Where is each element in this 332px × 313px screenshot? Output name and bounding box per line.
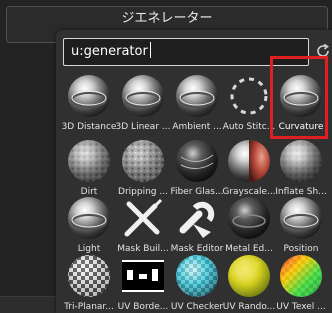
generator-tile[interactable]: UV Borde... [116, 250, 170, 313]
generator-tile-label: Auto Stitc... [222, 122, 276, 132]
generator-tile-label: UV Rando... [222, 302, 276, 312]
dirt-sphere-icon [68, 140, 110, 182]
inflate-sphere-icon [280, 140, 322, 182]
refresh-icon[interactable] [314, 42, 332, 60]
chrome-sphere-icon [122, 75, 164, 117]
generator-tile-label: 3D Distance [61, 122, 117, 132]
dark-chrome-sphere-icon [228, 197, 270, 239]
generator-tile-label: Ambient ... [172, 122, 222, 132]
generator-tile[interactable]: 3D Linear ... [116, 70, 170, 138]
search-input-value: u:generator [71, 44, 148, 59]
generator-tile[interactable]: Curvature [274, 70, 328, 138]
generator-tile[interactable]: 3D Distance [62, 70, 116, 138]
uv-checker-sphere-icon [176, 255, 218, 297]
uv-texel-sphere-icon [280, 255, 322, 297]
uv-random-sphere-icon [228, 255, 270, 297]
generator-tile-label: UV Texel ... [276, 302, 326, 312]
chrome-sphere-icon [280, 197, 322, 239]
generator-tile-label: Curvature [278, 122, 324, 132]
generator-button-label: ジエネレーター [121, 11, 213, 26]
checker-sphere-icon [68, 255, 110, 297]
generator-tile[interactable]: Tri-Planar... [62, 250, 116, 313]
chrome-sphere-icon [68, 197, 110, 239]
red-gray-sphere-icon [228, 140, 270, 182]
generator-tile-label: UV Borde... [117, 302, 169, 312]
wrench-icon [179, 201, 215, 238]
chrome-sphere-icon [68, 75, 110, 117]
search-input[interactable]: u:generator [63, 38, 309, 66]
chrome-sphere-icon [280, 75, 322, 117]
dashed-circle-icon [230, 77, 268, 115]
generator-tile-label: 3D Linear ... [115, 122, 171, 132]
brush-pencil-icon [124, 198, 163, 237]
generator-tile[interactable]: UV Checker [170, 250, 224, 313]
generator-tile-label: UV Checker [170, 302, 224, 312]
generator-tile[interactable]: UV Texel ... [274, 250, 328, 313]
generator-tile[interactable]: Ambient ... [170, 70, 224, 138]
fiber-sphere-icon [176, 140, 218, 182]
chrome-sphere-icon [176, 75, 218, 117]
uv-border-icon [122, 260, 164, 292]
generator-tile[interactable]: Auto Stitc... [222, 70, 276, 138]
background-strip [0, 296, 56, 313]
generator-tile-label: Tri-Planar... [64, 302, 114, 312]
dripping-sphere-icon [122, 140, 164, 182]
text-caret [149, 42, 151, 58]
generator-tile[interactable]: UV Rando... [222, 250, 276, 313]
